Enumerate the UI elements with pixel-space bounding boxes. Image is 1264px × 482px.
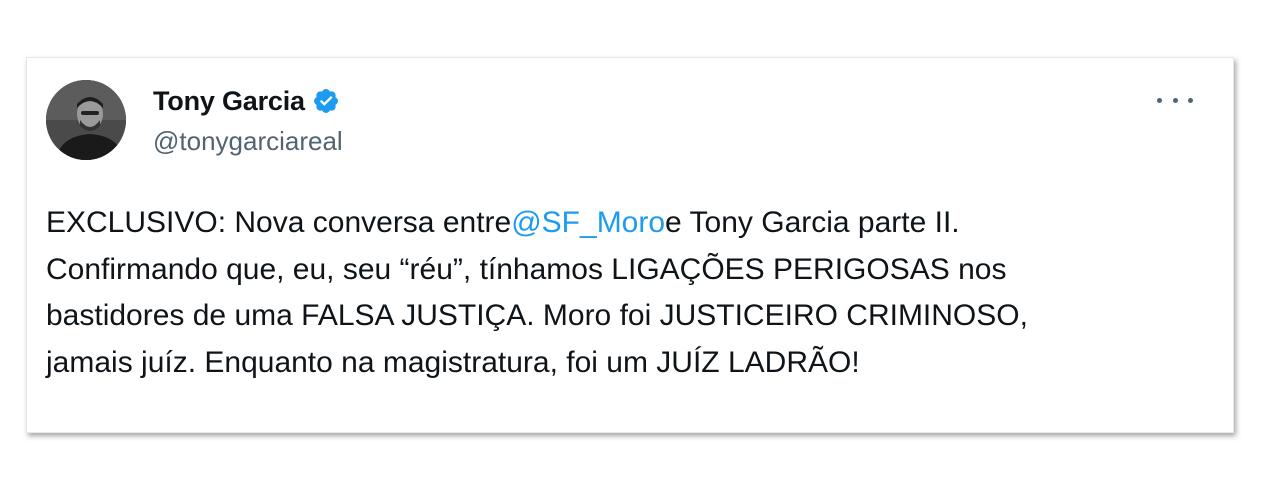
more-options-icon (1188, 97, 1193, 103)
tweet-text: EXCLUSIVO: Nova conversa entre@SF_Moroe … (46, 200, 1216, 386)
more-options-icon (1172, 97, 1178, 103)
avatar[interactable] (46, 80, 126, 160)
more-options-button[interactable] (1157, 88, 1193, 112)
user-handle[interactable]: @tonygarciareal (153, 126, 343, 157)
mention-link[interactable]: @SF_Moro (511, 206, 665, 239)
tweet-text-part: EXCLUSIVO: Nova conversa entre (46, 206, 512, 239)
more-options-icon (1157, 97, 1162, 103)
author-name-row: Tony Garcia (153, 84, 340, 118)
tweet-card[interactable]: Tony Garcia @tonygarciareal EXCLUSIVO: N… (26, 57, 1234, 433)
verified-badge-icon (313, 89, 338, 113)
avatar-image (46, 80, 126, 160)
display-name[interactable]: Tony Garcia (153, 86, 305, 117)
